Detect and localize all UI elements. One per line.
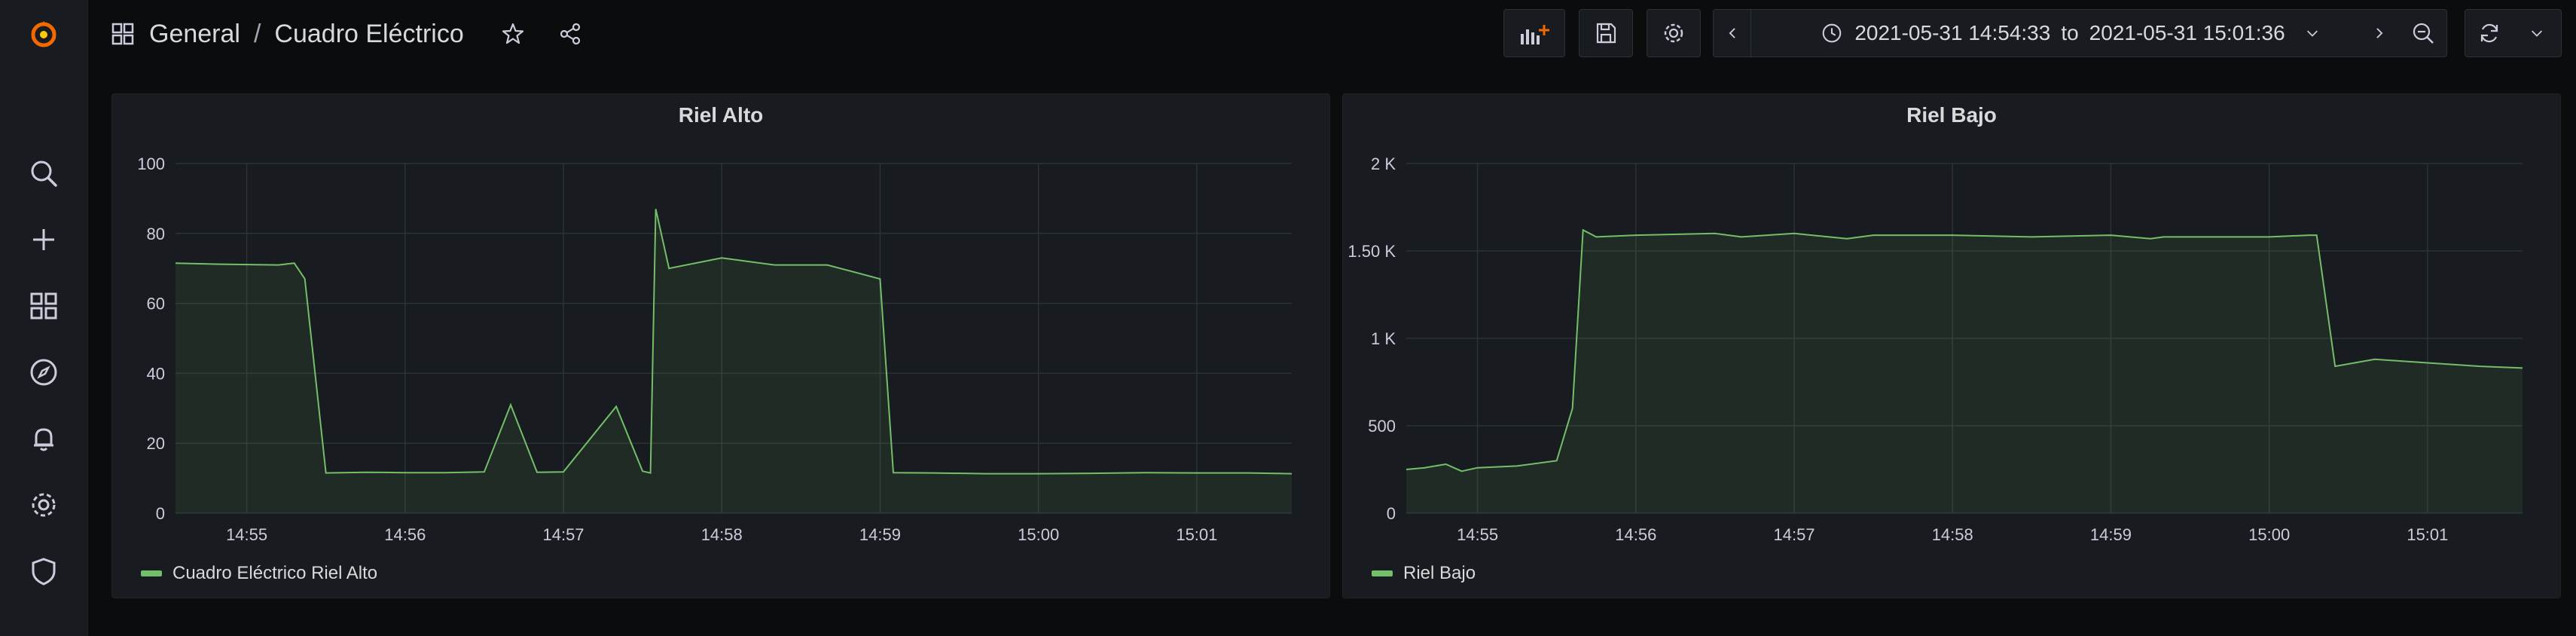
y-tick-label: 1 K xyxy=(1371,329,1396,348)
panel-riel-bajo[interactable]: Riel Bajo 0 500 1 K 1.50 K 2 K 14:55 14:56 14:5… xyxy=(1342,93,2561,598)
side-menu xyxy=(0,0,88,636)
y-tick-label: 20 xyxy=(147,434,165,453)
dashboards-grid-icon[interactable] xyxy=(21,283,66,329)
alerting-bell-icon[interactable] xyxy=(21,416,66,461)
refresh-button[interactable] xyxy=(2465,9,2514,57)
legend-label: Cuadro Eléctrico Riel Alto xyxy=(172,563,378,583)
y-tick-label: 40 xyxy=(147,364,165,383)
x-tick-label: 14:58 xyxy=(701,525,743,544)
legend-item[interactable]: Riel Bajo xyxy=(1372,563,1476,584)
chevron-down-icon xyxy=(2306,30,2318,37)
x-tick-label: 14:59 xyxy=(859,525,901,544)
settings-gear-icon xyxy=(1664,23,1683,43)
legend-color-swatch xyxy=(141,570,162,576)
time-range-picker[interactable]: 2021-05-31 14:54:33 to 2021-05-31 15:01:… xyxy=(1750,9,2391,57)
breadcrumb-separator: / xyxy=(253,19,261,48)
riel-bajo-chart[interactable]: 0 500 1 K 1.50 K 2 K 14:55 14:56 14:57 14:58 14:5… xyxy=(1343,94,2560,598)
share-icon[interactable] xyxy=(557,21,583,47)
x-tick-label: 15:01 xyxy=(2407,525,2448,544)
y-tick-label: 1.50 K xyxy=(1348,242,1396,261)
clock-icon xyxy=(1822,23,1842,43)
chevron-right-icon xyxy=(2376,28,2383,38)
x-tick-label: 14:59 xyxy=(2090,525,2132,544)
y-tick-label: 500 xyxy=(1368,417,1396,436)
x-tick-label: 15:00 xyxy=(1018,525,1059,544)
breadcrumb-folder-link[interactable]: General xyxy=(149,20,240,49)
dashboard-title[interactable]: Cuadro Eléctrico xyxy=(274,20,463,49)
dashboard-settings-button[interactable] xyxy=(1647,9,1701,57)
configuration-gear-icon[interactable] xyxy=(21,482,66,527)
x-tick-label: 14:57 xyxy=(1773,525,1814,544)
x-tick-label: 14:55 xyxy=(1457,525,1498,544)
refresh-interval-dropdown[interactable] xyxy=(2513,9,2562,57)
legend-item[interactable]: Cuadro Eléctrico Riel Alto xyxy=(141,563,377,584)
x-tick-label: 15:00 xyxy=(2248,525,2290,544)
x-tick-label: 14:58 xyxy=(1932,525,1973,544)
riel-alto-chart[interactable]: 0 20 40 60 80 100 14:55 14:56 14:57 14:58 14:59 15:… xyxy=(112,94,1329,598)
save-icon xyxy=(1596,23,1616,44)
time-range-connector: to xyxy=(2061,21,2079,44)
save-dashboard-button[interactable] xyxy=(1579,9,1633,57)
dashboard-grid-icon xyxy=(111,23,134,45)
series-area-fill xyxy=(175,209,1292,513)
chevron-left-icon xyxy=(1729,28,1735,38)
time-shift-back-button[interactable] xyxy=(1713,9,1751,57)
y-tick-label: 0 xyxy=(156,504,165,523)
x-tick-label: 14:57 xyxy=(542,525,584,544)
y-tick-label: 2 K xyxy=(1371,154,1396,173)
time-range-to: 2021-05-31 15:01:36 xyxy=(2089,21,2285,44)
y-tick-label: 80 xyxy=(147,225,165,243)
breadcrumb: General / Cuadro Eléctrico xyxy=(110,15,583,53)
time-range-from: 2021-05-31 14:54:33 xyxy=(1854,21,2051,44)
search-icon[interactable] xyxy=(21,151,66,196)
x-tick-label: 14:56 xyxy=(1615,525,1656,544)
panel-riel-alto[interactable]: Riel Alto 0 20 40 60 80 100 14:55 14:56 14:57 14:… xyxy=(111,93,1330,598)
server-admin-shield-icon[interactable] xyxy=(21,549,66,594)
x-tick-label: 15:01 xyxy=(1176,525,1217,544)
y-tick-label: 60 xyxy=(147,295,165,313)
time-shift-forward-button[interactable] xyxy=(2359,9,2401,57)
create-plus-icon[interactable] xyxy=(21,217,66,262)
dashboard-navbar: General / Cuadro Eléctrico 2021-05-31 14… xyxy=(87,0,2576,68)
y-tick-label: 100 xyxy=(137,154,165,173)
grafana-logo-icon[interactable] xyxy=(21,12,66,57)
legend-label: Riel Bajo xyxy=(1403,563,1476,583)
explore-compass-icon[interactable] xyxy=(21,350,66,395)
chevron-down-icon xyxy=(2532,30,2542,37)
x-tick-label: 14:55 xyxy=(226,525,267,544)
zoom-out-icon xyxy=(2413,23,2434,44)
add-panel-icon xyxy=(1521,25,1549,44)
legend-color-swatch xyxy=(1372,570,1393,576)
star-icon[interactable] xyxy=(500,21,526,47)
y-tick-label: 0 xyxy=(1387,504,1396,523)
x-tick-label: 14:56 xyxy=(384,525,426,544)
zoom-out-button[interactable] xyxy=(2400,9,2447,57)
add-panel-button[interactable] xyxy=(1503,9,1565,57)
series-area-fill xyxy=(1406,230,2523,513)
refresh-icon xyxy=(2480,23,2498,43)
